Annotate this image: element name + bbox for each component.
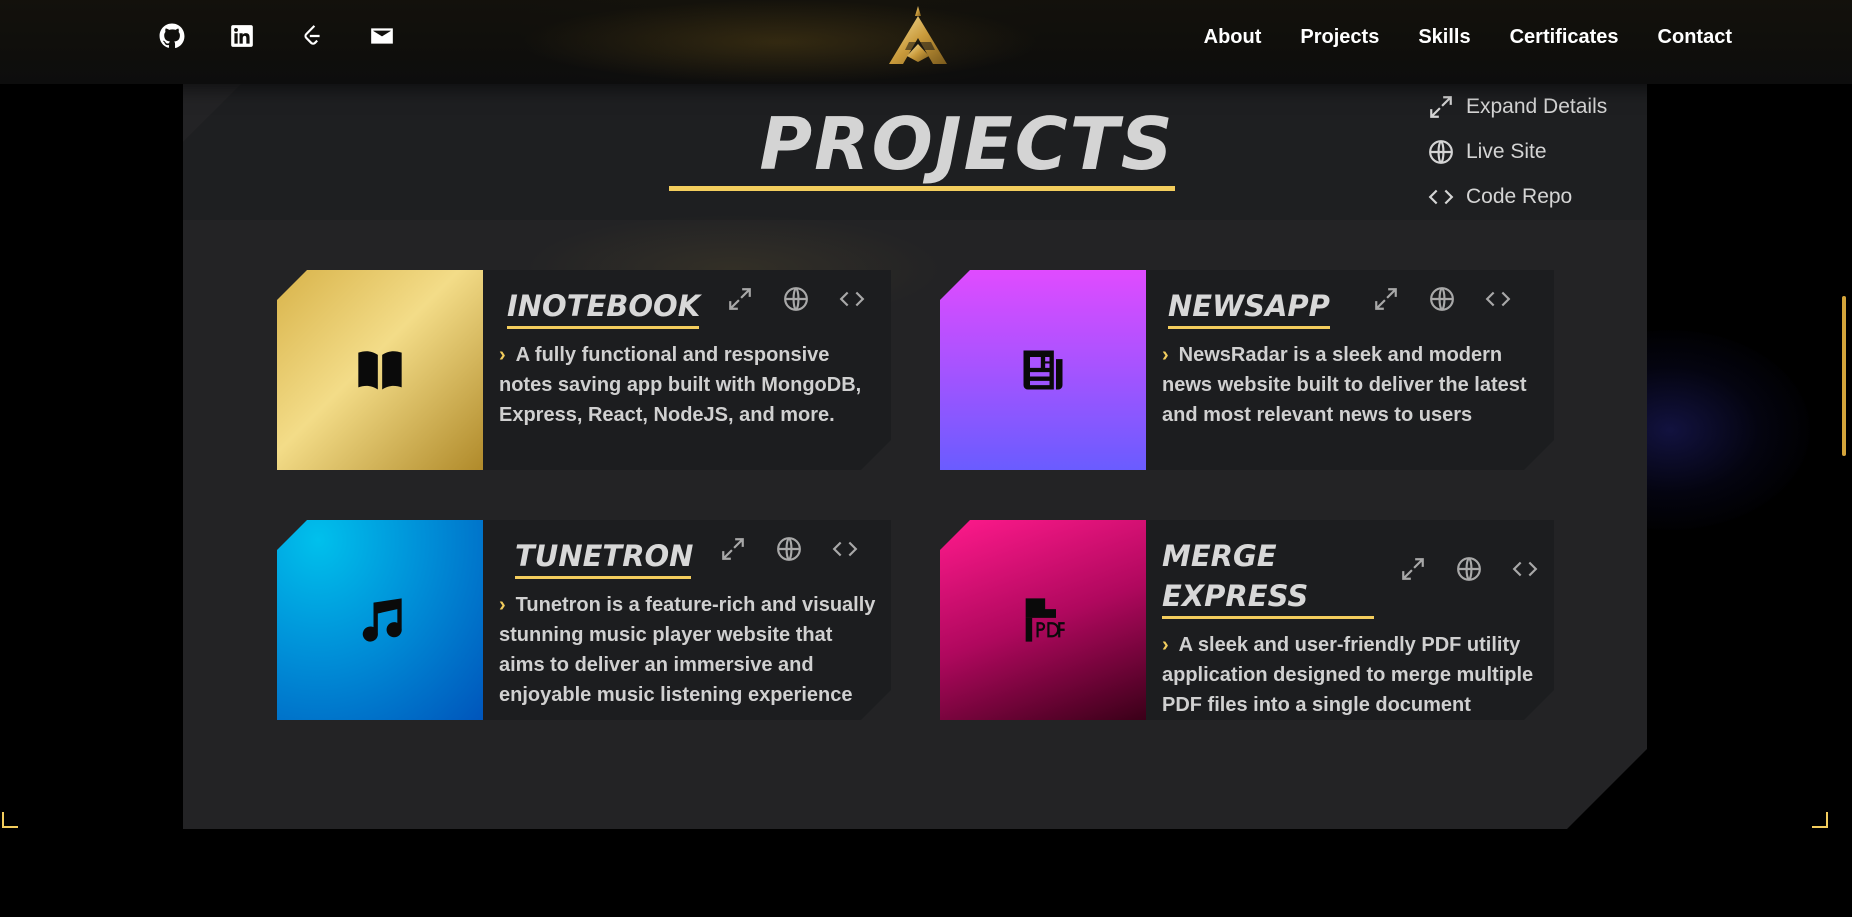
live-site-button[interactable] bbox=[1456, 556, 1482, 582]
mail-icon bbox=[371, 28, 393, 44]
expand-details-button[interactable] bbox=[1373, 286, 1399, 312]
nav-contact[interactable]: Contact bbox=[1658, 26, 1732, 49]
github-link[interactable] bbox=[158, 22, 186, 50]
project-title-wrap: NEWSAPP bbox=[1168, 286, 1330, 329]
pdf-file-icon bbox=[1025, 598, 1065, 642]
expand-icon bbox=[729, 288, 751, 310]
section-title-underline bbox=[669, 186, 1175, 191]
code-icon bbox=[1485, 291, 1511, 307]
email-link[interactable] bbox=[368, 22, 396, 50]
project-title-wrap: MERGE EXPRESS bbox=[1162, 536, 1374, 619]
code-icon bbox=[1512, 561, 1538, 577]
leetcode-link[interactable] bbox=[298, 22, 326, 50]
chevron-right-icon: › bbox=[499, 594, 506, 616]
project-media[interactable] bbox=[277, 520, 483, 720]
globe-icon bbox=[777, 537, 801, 561]
code-icon bbox=[1428, 189, 1454, 204]
project-card-inotebook: INOTEBOOK › A fully functional and respon… bbox=[277, 270, 891, 470]
code-repo-button[interactable] bbox=[1512, 556, 1538, 582]
expand-details-button[interactable] bbox=[727, 286, 753, 312]
linkedin-link[interactable] bbox=[228, 22, 256, 50]
nav-about[interactable]: About bbox=[1204, 26, 1262, 49]
project-title-underline bbox=[515, 576, 691, 579]
nav-certificates[interactable]: Certificates bbox=[1510, 26, 1619, 49]
project-actions bbox=[727, 286, 865, 312]
chevron-right-icon: › bbox=[499, 344, 506, 366]
project-card-tunetron: TUNETRON › Tunetron is a feature-rich and… bbox=[277, 520, 891, 720]
globe-icon bbox=[1457, 557, 1481, 581]
project-actions bbox=[1373, 286, 1511, 312]
legend-live-site: Live Site bbox=[1428, 129, 1607, 174]
project-media[interactable] bbox=[940, 270, 1146, 470]
scrollbar-thumb[interactable] bbox=[1842, 296, 1846, 456]
globe-icon bbox=[1430, 287, 1454, 311]
nav-projects[interactable]: Projects bbox=[1300, 26, 1379, 49]
project-title-underline bbox=[1162, 616, 1374, 619]
live-site-button[interactable] bbox=[776, 536, 802, 562]
nav-skills[interactable]: Skills bbox=[1418, 26, 1470, 49]
github-icon bbox=[159, 23, 185, 49]
book-icon bbox=[358, 351, 402, 390]
legend-expand-label: Expand Details bbox=[1466, 94, 1608, 118]
globe-icon bbox=[1429, 139, 1453, 164]
project-actions bbox=[720, 536, 858, 562]
project-title-underline bbox=[1168, 326, 1330, 329]
project-actions bbox=[1400, 556, 1538, 582]
project-title: INOTEBOOK bbox=[507, 289, 701, 323]
section-title: PROJECTS bbox=[759, 102, 1175, 186]
legend-code-repo-label: Code Repo bbox=[1466, 184, 1573, 208]
project-description: › NewsRadar is a sleek and modern news we… bbox=[1162, 344, 1527, 426]
code-repo-button[interactable] bbox=[832, 536, 858, 562]
project-title: NEWSAPP bbox=[1168, 289, 1330, 323]
project-title-wrap: INOTEBOOK bbox=[507, 286, 700, 329]
code-repo-button[interactable] bbox=[839, 286, 865, 312]
legend-live-site-label: Live Site bbox=[1466, 139, 1547, 163]
project-title-line2: EXPRESS bbox=[1162, 579, 1309, 613]
projects-section: PROJECTS Expand Details Live Site Code R… bbox=[183, 84, 1647, 829]
project-title-line1: MERGE bbox=[1162, 539, 1277, 573]
expand-details-button[interactable] bbox=[720, 536, 746, 562]
expand-icon bbox=[1430, 95, 1452, 118]
music-icon bbox=[362, 598, 402, 642]
site-logo[interactable] bbox=[885, 4, 951, 68]
chevron-right-icon: › bbox=[1162, 634, 1169, 656]
expand-icon bbox=[1402, 558, 1424, 580]
chevron-right-icon: › bbox=[1162, 344, 1169, 366]
project-card-newsapp: NEWSAPP › NewsRadar is a sleek and modern… bbox=[940, 270, 1554, 470]
code-icon bbox=[839, 291, 865, 307]
project-description: › A fully functional and responsive notes… bbox=[499, 344, 862, 426]
code-icon bbox=[832, 541, 858, 557]
newspaper-icon bbox=[1023, 350, 1063, 390]
icon-legend: Expand Details Live Site Code Repo bbox=[1428, 84, 1607, 219]
globe-icon bbox=[784, 287, 808, 311]
nav-links: About Projects Skills Certificates Conta… bbox=[1204, 26, 1732, 49]
project-media[interactable] bbox=[277, 270, 483, 470]
project-description: › Tunetron is a feature-rich and visually… bbox=[499, 594, 876, 706]
corner-marker-bottom-left bbox=[2, 812, 18, 828]
project-description: › A sleek and user-friendly PDF utility a… bbox=[1162, 634, 1534, 716]
expand-icon bbox=[722, 538, 744, 560]
project-card-merge-express: MERGE EXPRESS › A sleek and user-friendly… bbox=[940, 520, 1554, 720]
project-title-underline bbox=[507, 326, 699, 329]
navbar-glow bbox=[520, 0, 1040, 84]
expand-icon bbox=[1375, 288, 1397, 310]
linkedin-icon bbox=[231, 25, 253, 47]
project-title-wrap: TUNETRON bbox=[515, 536, 693, 579]
live-site-button[interactable] bbox=[1429, 286, 1455, 312]
code-repo-button[interactable] bbox=[1485, 286, 1511, 312]
expand-details-button[interactable] bbox=[1400, 556, 1426, 582]
corner-marker-bottom-right bbox=[1812, 812, 1828, 828]
navbar: About Projects Skills Certificates Conta… bbox=[0, 0, 1852, 84]
leetcode-icon bbox=[304, 25, 320, 45]
social-links bbox=[158, 22, 396, 50]
live-site-button[interactable] bbox=[783, 286, 809, 312]
legend-expand: Expand Details bbox=[1428, 84, 1607, 129]
legend-code-repo: Code Repo bbox=[1428, 174, 1607, 219]
project-title: TUNETRON bbox=[515, 539, 694, 573]
project-media[interactable] bbox=[940, 520, 1146, 720]
